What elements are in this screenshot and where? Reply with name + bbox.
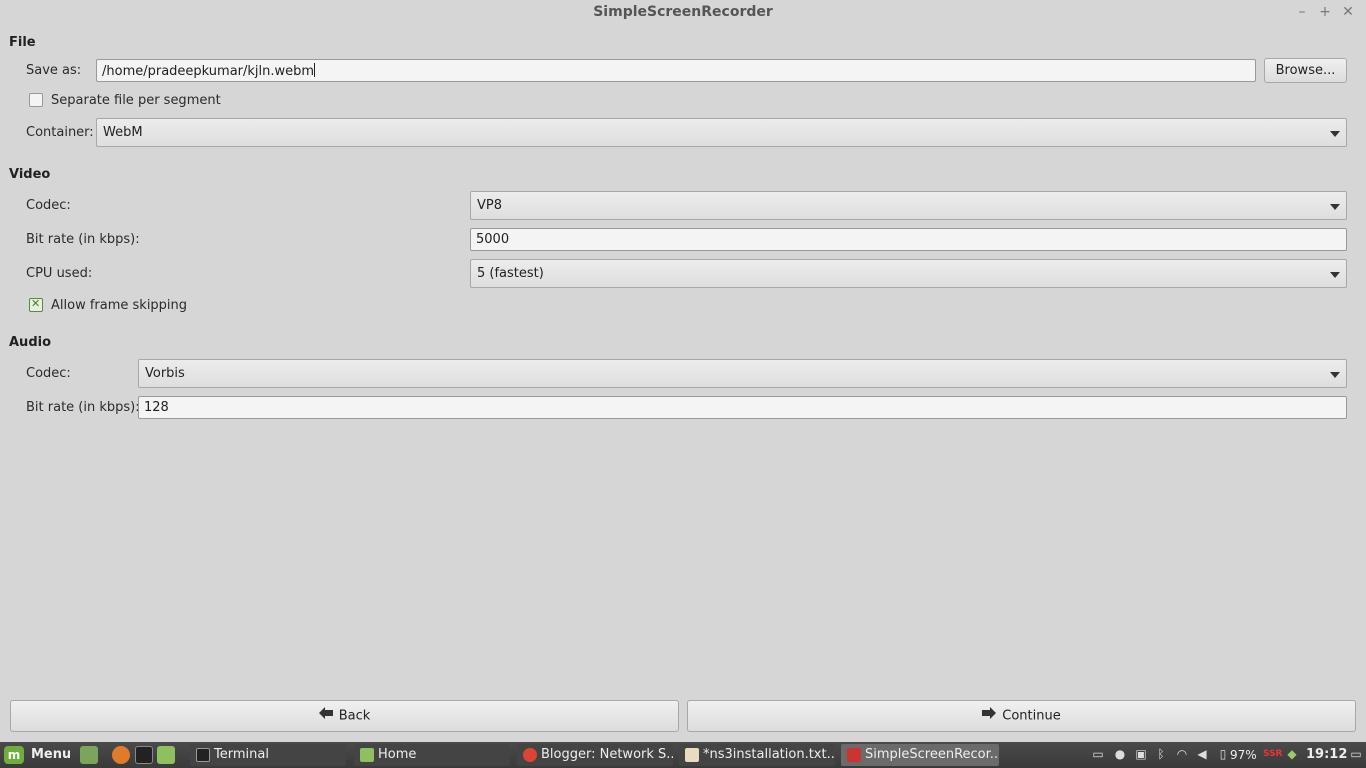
container-value: WebM	[103, 125, 143, 140]
keyboard-icon[interactable]: ▭	[1091, 746, 1105, 762]
mint-logo-icon: m	[4, 746, 24, 764]
volume-icon[interactable]: ◀	[1195, 746, 1209, 762]
taskbar: m Menu Terminal Home Blogger: Network S.…	[0, 742, 1366, 768]
window-title: SimpleScreenRecorder	[593, 4, 773, 20]
shield-icon[interactable]: ◆	[1285, 746, 1299, 762]
separate-file-checkbox[interactable]	[29, 93, 43, 107]
separate-file-label: Separate file per segment	[51, 93, 221, 108]
task-text-editor[interactable]: *ns3installation.txt...	[679, 744, 835, 766]
terminal-icon	[196, 748, 210, 762]
chevron-down-icon	[1330, 372, 1340, 378]
video-heading: Video	[9, 167, 51, 182]
update-manager-icon[interactable]: ▣	[1134, 746, 1148, 762]
task-label: Blogger: Network S...	[541, 747, 673, 762]
ssr-tray-icon[interactable]: SSR	[1263, 746, 1283, 762]
menu-button[interactable]: m Menu	[2, 744, 70, 766]
audio-codec-value: Vorbis	[145, 366, 185, 381]
container-label: Container:	[26, 125, 94, 140]
audio-bitrate-input[interactable]: 128	[138, 396, 1347, 419]
continue-label: Continue	[1002, 708, 1061, 724]
video-codec-select[interactable]: VP8	[470, 191, 1347, 220]
audio-bitrate-value: 128	[144, 400, 169, 415]
task-home[interactable]: Home	[354, 744, 510, 766]
cpu-used-label: CPU used:	[26, 266, 93, 281]
video-codec-value: VP8	[477, 198, 503, 213]
task-blogger[interactable]: Blogger: Network S...	[517, 744, 673, 766]
task-label: Terminal	[214, 747, 269, 762]
title-bar: SimpleScreenRecorder – + ✕	[0, 0, 1366, 26]
task-label: Home	[378, 747, 417, 762]
video-bitrate-value: 5000	[476, 232, 510, 247]
folder-icon	[360, 748, 374, 762]
task-simplescreenrecorder[interactable]: SimpleScreenRecor...	[841, 744, 999, 766]
save-as-input[interactable]: /home/pradeepkumar/kjln.webm	[96, 59, 1256, 82]
show-desktop-icon[interactable]	[80, 746, 98, 764]
browse-button[interactable]: Browse...	[1264, 58, 1347, 83]
cpu-used-value: 5 (fastest)	[477, 266, 544, 281]
arrow-left-icon	[318, 701, 333, 731]
audio-heading: Audio	[9, 335, 52, 350]
wifi-icon[interactable]: ◠	[1175, 746, 1189, 762]
chevron-down-icon	[1330, 272, 1340, 278]
chevron-down-icon	[1330, 204, 1340, 210]
text-caret	[314, 63, 316, 77]
window-list-icon[interactable]: ▭	[1349, 746, 1363, 762]
save-as-label: Save as:	[26, 63, 82, 78]
minimize-icon[interactable]: –	[1294, 4, 1310, 20]
task-label: *ns3installation.txt...	[703, 747, 835, 762]
video-codec-label: Codec:	[26, 198, 71, 213]
task-terminal[interactable]: Terminal	[190, 744, 346, 766]
menu-label: Menu	[31, 747, 70, 762]
ssr-icon	[847, 748, 861, 762]
bluetooth-icon[interactable]: ᛒ	[1154, 746, 1168, 762]
back-button[interactable]: Back	[10, 700, 679, 732]
battery-icon[interactable]: ▯	[1216, 746, 1230, 762]
container-select[interactable]: WebM	[96, 118, 1347, 147]
back-label: Back	[338, 708, 371, 724]
close-icon[interactable]: ✕	[1340, 4, 1356, 20]
allow-frame-skipping-checkbox[interactable]	[29, 297, 43, 312]
audio-codec-select[interactable]: Vorbis	[138, 359, 1347, 388]
cpu-used-select[interactable]: 5 (fastest)	[470, 259, 1347, 288]
audio-codec-label: Codec:	[26, 366, 71, 381]
video-bitrate-input[interactable]: 5000	[470, 228, 1347, 251]
continue-button[interactable]: Continue	[687, 700, 1356, 732]
video-bitrate-label: Bit rate (in kbps):	[26, 232, 140, 247]
chevron-down-icon	[1330, 131, 1340, 137]
maximize-icon[interactable]: +	[1317, 4, 1333, 20]
audio-bitrate-label: Bit rate (in kbps):	[26, 400, 140, 415]
files-launcher-icon[interactable]	[157, 746, 175, 764]
clock: 19:12	[1306, 747, 1348, 762]
allow-frame-skipping-label: Allow frame skipping	[51, 298, 188, 313]
arrow-right-icon	[982, 701, 997, 731]
firefox-icon[interactable]	[112, 746, 130, 764]
terminal-launcher-icon[interactable]	[135, 746, 153, 764]
user-icon[interactable]: ●	[1113, 746, 1127, 762]
save-as-value: /home/pradeepkumar/kjln.webm	[102, 64, 315, 79]
text-editor-icon	[685, 748, 699, 762]
task-label: SimpleScreenRecor...	[865, 747, 999, 762]
battery-percent: 97%	[1230, 748, 1257, 762]
chrome-icon	[523, 748, 537, 762]
file-heading: File	[9, 35, 36, 50]
